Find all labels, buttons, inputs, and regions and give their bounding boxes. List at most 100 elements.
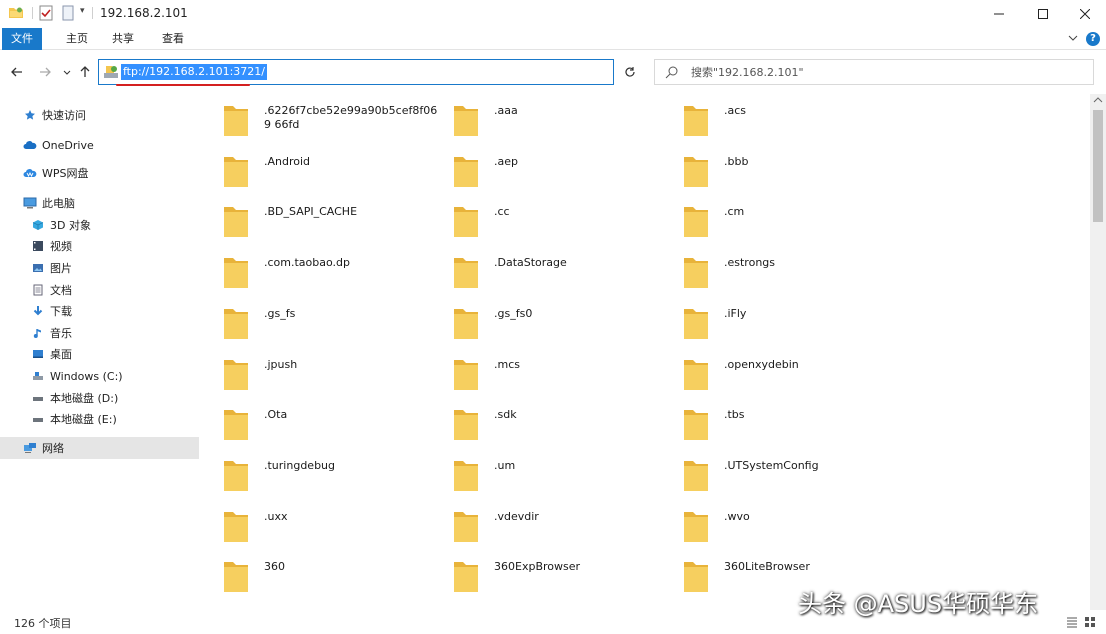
list-item[interactable]: .gs_fs0 [452,301,674,345]
list-item[interactable]: .acs [682,98,904,142]
sidebar-item-videos[interactable]: 视频 [0,235,199,257]
maximize-button[interactable] [1020,0,1066,28]
address-bar[interactable]: ftp://192.168.2.101:3721/ [98,59,705,85]
address-text[interactable]: ftp://192.168.2.101:3721/ [121,64,267,80]
list-item[interactable]: .UTSystemConfig [682,453,904,497]
chevron-down-icon[interactable] [1068,33,1078,43]
sidebar-item-wps-cloud[interactable]: WPS网盘 [0,162,199,184]
properties-icon[interactable] [38,5,54,21]
sidebar-item-pictures[interactable]: 图片 [0,257,199,279]
list-item[interactable]: .gs_fs [222,301,444,345]
tab-file[interactable]: 文件 [2,28,42,50]
sidebar-item-music[interactable]: 音乐 [0,322,199,344]
new-folder-icon[interactable] [60,5,76,21]
sidebar-item-label: WPS网盘 [42,167,89,180]
list-item[interactable]: .DataStorage [452,250,674,294]
file-name: 360LiteBrowser [724,560,810,574]
folder-icon [224,410,248,441]
file-name: .uxx [264,509,288,523]
tab-view[interactable]: 查看 [152,28,194,50]
file-name: .estrongs [724,256,776,270]
sidebar-item-documents[interactable]: 文档 [0,279,199,301]
drive-icon [30,368,46,384]
list-item[interactable]: 360 [222,554,444,598]
list-item[interactable]: .openxydebin [682,352,904,396]
sidebar-item-drive-d[interactable]: 本地磁盘 (D:) [0,387,199,409]
sidebar-item-downloads[interactable]: 下载 [0,300,199,322]
help-button[interactable]: ? [1086,32,1100,46]
file-name: .UTSystemConfig [724,458,819,472]
forward-button[interactable] [36,64,54,80]
ftp-location-icon [104,66,118,78]
scroll-up-icon[interactable] [1093,96,1103,104]
sidebar-item-drive-e[interactable]: 本地磁盘 (E:) [0,408,199,430]
sidebar-item-drive-c[interactable]: Windows (C:) [0,365,199,387]
sidebar-item-quick-access[interactable]: 快速访问 [0,104,199,126]
list-item[interactable]: .iFly [682,301,904,345]
folder-icon [684,207,708,238]
file-name: .gs_fs0 [494,306,533,320]
folder-icon [224,207,248,238]
folder-icon [224,258,248,289]
sidebar-item-network[interactable]: 网络 [0,437,199,459]
tab-share[interactable]: 共享 [102,28,144,50]
file-name: .um [494,458,516,472]
search-box[interactable] [654,59,1094,85]
list-item[interactable]: .Android [222,149,444,193]
folder-icon [224,308,248,339]
details-view-icon[interactable] [1066,616,1078,628]
minimize-button[interactable] [976,0,1022,28]
up-button[interactable] [76,64,94,80]
minimize-icon [994,13,1004,15]
list-item[interactable]: .aep [452,149,674,193]
large-icons-view-icon[interactable] [1084,616,1096,628]
customize-toolbar-icon[interactable]: ▾ [80,6,85,16]
file-name: .vdevdir [494,509,539,523]
list-item[interactable]: .wvo [682,504,904,548]
folder-icon [224,562,248,593]
list-item[interactable]: .jpush [222,352,444,396]
folder-icon [454,207,478,238]
list-item[interactable]: .vdevdir [452,504,674,548]
list-item[interactable]: .6226f7cbe52e99a90b5cef8f069 66fd [222,98,444,142]
list-item[interactable]: .bbb [682,149,904,193]
folder-icon[interactable] [8,5,24,21]
list-item[interactable]: .BD_SAPI_CACHE [222,199,444,243]
list-item[interactable]: .aaa [452,98,674,142]
recent-locations-button[interactable] [58,64,76,80]
drive-icon [30,411,46,427]
tab-home[interactable]: 主页 [56,28,98,50]
sidebar-item-this-pc[interactable]: 此电脑 [0,192,199,214]
refresh-button[interactable] [620,62,640,82]
list-item[interactable]: .cm [682,199,904,243]
folder-icon [684,156,708,187]
sidebar-item-label: 本地磁盘 (D:) [50,392,119,405]
list-item[interactable]: .cc [452,199,674,243]
vertical-scrollbar[interactable] [1090,94,1106,610]
folder-icon [224,511,248,542]
navigation-pane: 快速访问 OneDrive WPS网盘 此电脑 3D 对象 视频 图片 文档 下… [0,94,200,610]
scrollbar-thumb[interactable] [1093,110,1103,222]
sidebar-item-3d-objects[interactable]: 3D 对象 [0,214,199,236]
list-item[interactable]: .tbs [682,402,904,446]
back-button[interactable] [8,64,26,80]
sidebar-item-label: 此电脑 [42,197,75,210]
folder-icon [454,511,478,542]
list-item[interactable]: .mcs [452,352,674,396]
list-item[interactable]: .turingdebug [222,453,444,497]
list-item[interactable]: .uxx [222,504,444,548]
list-item[interactable]: 360ExpBrowser [452,554,674,598]
watermark: 头条 @ASUS华硕华东 [798,590,1039,618]
file-name: .bbb [724,154,749,168]
list-item[interactable]: .Ota [222,402,444,446]
folder-icon [454,562,478,593]
sidebar-item-label: Windows (C:) [50,369,123,383]
list-item[interactable]: .estrongs [682,250,904,294]
list-item[interactable]: .com.taobao.dp [222,250,444,294]
list-item[interactable]: .sdk [452,402,674,446]
close-button[interactable] [1062,0,1106,28]
search-input[interactable] [691,64,1081,80]
list-item[interactable]: .um [452,453,674,497]
sidebar-item-onedrive[interactable]: OneDrive [0,134,199,156]
sidebar-item-desktop[interactable]: 桌面 [0,343,199,365]
